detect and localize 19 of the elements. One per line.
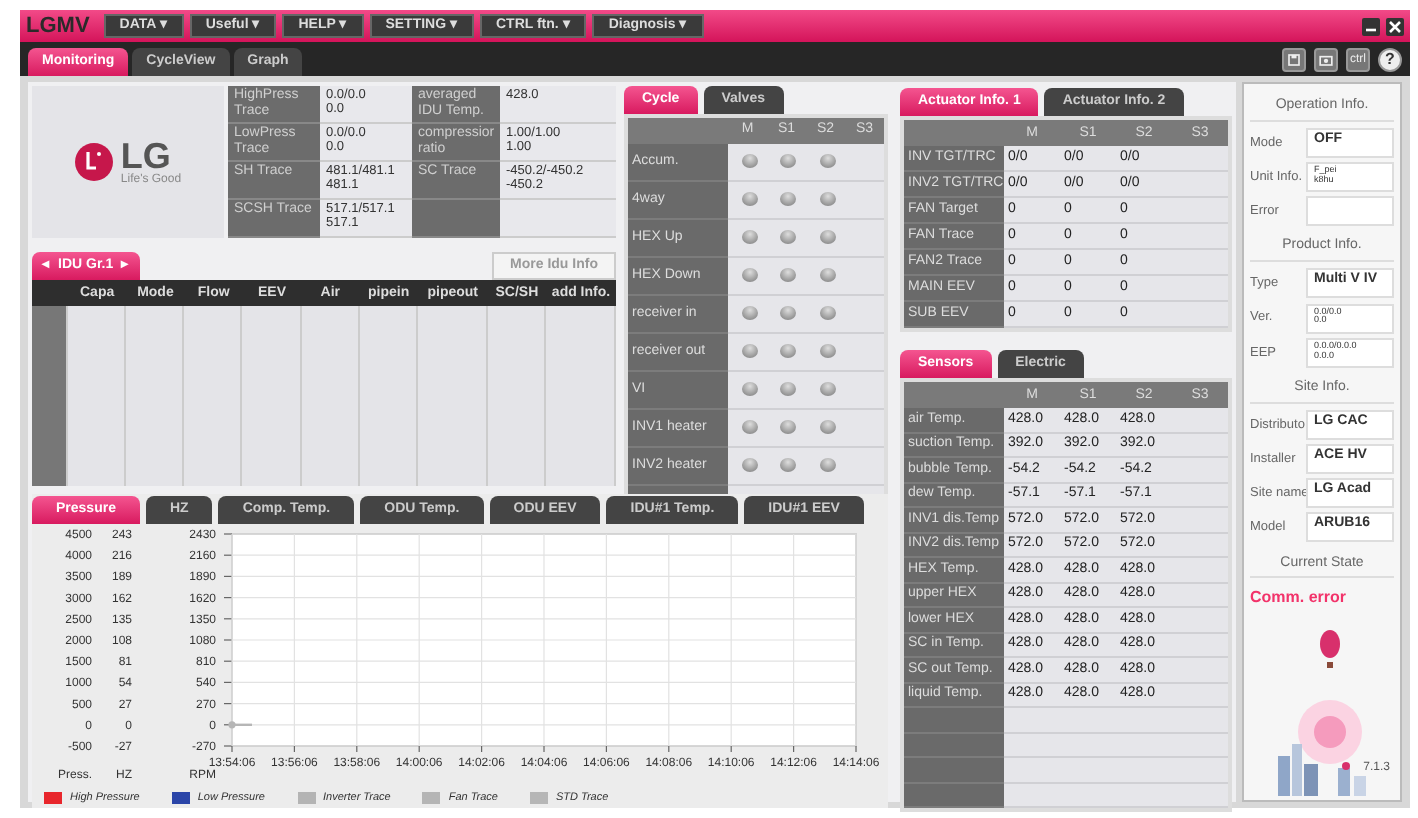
header-cell — [904, 120, 1004, 146]
header-cell — [904, 382, 1004, 408]
empty-label-cell — [904, 783, 1004, 808]
logo-icon — [74, 142, 115, 182]
trace-line — [228, 721, 252, 729]
empty-label-cell — [904, 733, 1004, 758]
camera-icon[interactable] — [1314, 48, 1338, 72]
logo-text: LG — [120, 137, 171, 174]
minimize-icon[interactable] — [1362, 17, 1380, 35]
close-icon[interactable] — [1386, 17, 1404, 35]
status-text: Comm. error — [1250, 586, 1349, 611]
field-value — [1306, 196, 1394, 227]
save-icon[interactable] — [1282, 48, 1306, 72]
header-cell — [628, 117, 728, 144]
app-title: LGMV — [26, 13, 90, 39]
empty-label-cell — [904, 708, 1004, 733]
header-cell — [32, 280, 68, 306]
empty-label-cell — [904, 758, 1004, 783]
help-button[interactable]: ? — [1378, 48, 1402, 72]
